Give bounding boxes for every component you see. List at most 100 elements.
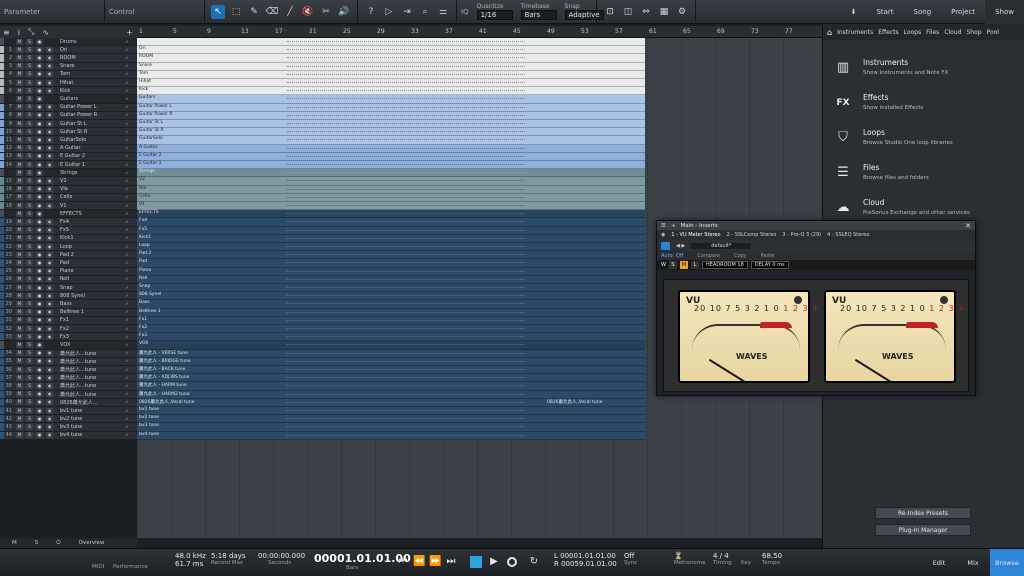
tab-cloud[interactable]: Cloud <box>944 29 961 36</box>
track-header[interactable]: 16 M S ● ◉ Vla ⩘ <box>0 185 137 194</box>
track-name[interactable]: E Guitar 2 <box>58 153 125 159</box>
track-name[interactable]: Guitar Power R <box>58 112 125 118</box>
play-icon[interactable]: ▶ <box>488 556 500 568</box>
record-arm-button[interactable]: ● <box>36 415 43 422</box>
monitor-button[interactable]: ◉ <box>46 87 53 94</box>
folder-track[interactable]: M S ● Guitars ⩘ <box>0 95 137 104</box>
key-display[interactable]: Key <box>741 552 751 566</box>
mute-button[interactable]: M <box>16 210 23 217</box>
arrange-lane[interactable]: Hihat <box>137 79 645 88</box>
record-icon[interactable] <box>507 557 517 567</box>
track-header[interactable]: 40 M S ● ◉ 0826蕭允此人... ⩘ <box>0 398 137 407</box>
tab-shop[interactable]: Shop <box>966 29 981 36</box>
monitor-button[interactable]: ◉ <box>46 251 53 258</box>
inspector-icon[interactable]: i <box>18 28 20 37</box>
record-arm-button[interactable]: ● <box>36 268 43 275</box>
automation-lane-icon[interactable]: ⩘ <box>125 342 137 348</box>
mute-button[interactable]: M <box>16 382 23 389</box>
track-header[interactable]: 39 M S ● ◉ 蕭允此人...tune ⩘ <box>0 390 137 399</box>
solo-button[interactable]: S <box>26 309 33 316</box>
monitor-button[interactable]: ◉ <box>46 300 53 307</box>
track-header[interactable]: 27 M S ● ◉ Snap ⩘ <box>0 284 137 293</box>
tempo-display[interactable]: 68.50 Tempo <box>762 552 782 566</box>
automation-lane-icon[interactable]: ⩘ <box>125 408 137 414</box>
arrange-lane[interactable]: 808 Synel <box>137 292 645 301</box>
automation-lane-icon[interactable]: ⩘ <box>125 358 137 364</box>
mute-button[interactable]: M <box>16 128 23 135</box>
track-header[interactable]: 2 M S ● ◉ ROOM ⩘ <box>0 54 137 63</box>
solo-button[interactable]: S <box>26 120 33 127</box>
track-name[interactable]: Cello <box>58 194 125 200</box>
monitor-button[interactable]: ◉ <box>46 71 53 78</box>
stereo-m-button[interactable]: M <box>679 261 688 269</box>
track-name[interactable]: E Guitar 1 <box>58 162 125 168</box>
monitor-button[interactable]: ◉ <box>46 284 53 291</box>
solo-button[interactable]: S <box>26 317 33 324</box>
solo-button[interactable]: S <box>26 145 33 152</box>
automation-lane-icon[interactable]: ⩘ <box>125 350 137 356</box>
mute-button[interactable]: M <box>16 309 23 316</box>
track-name[interactable]: Fx3 <box>58 334 125 340</box>
preset-dropdown[interactable]: default* <box>691 242 752 249</box>
record-arm-button[interactable]: ● <box>36 325 43 332</box>
seconds-display[interactable]: 00:00:00.000 Seconds <box>258 552 305 566</box>
solo-button[interactable]: S <box>26 415 33 422</box>
mixer-edit-icon[interactable]: ⚌ <box>436 5 450 19</box>
mute-button[interactable]: M <box>16 120 23 127</box>
arrange-lane[interactable]: Kick1 <box>137 234 645 243</box>
reindex-presets-button[interactable]: Re-Index Presets <box>875 507 971 519</box>
track-header[interactable]: 9 M S ● ◉ Guitar St L ⩘ <box>0 120 137 129</box>
record-arm-button[interactable]: ● <box>36 63 43 70</box>
arrange-lane[interactable]: Ori <box>137 46 645 55</box>
record-arm-button[interactable]: ● <box>36 177 43 184</box>
automation-lane-icon[interactable]: ⩘ <box>125 383 137 389</box>
track-menu-icon[interactable]: ≡ <box>3 28 10 37</box>
loop-icon[interactable]: ↻ <box>528 556 540 568</box>
track-header[interactable]: 35 M S ● ◉ 蕭允此人...tune ⩘ <box>0 357 137 366</box>
record-arm-button[interactable]: ● <box>36 407 43 414</box>
compare-button[interactable]: Compare <box>697 253 720 259</box>
track-header[interactable]: 26 M S ● ◉ Roll ⩘ <box>0 275 137 284</box>
arrange-lane[interactable]: 蕭允此人 - BACK tune <box>137 366 645 375</box>
record-arm-button[interactable]: ● <box>36 87 43 94</box>
track-header[interactable]: 18 M S ● ◉ V1 ⩘ <box>0 202 137 211</box>
monitor-button[interactable]: ◉ <box>46 194 53 201</box>
track-name[interactable]: EFFECTS <box>58 211 125 217</box>
track-header[interactable]: 19 M S ● ◉ Fx4 ⩘ <box>0 218 137 227</box>
arrange-lane[interactable]: VOX <box>137 341 645 350</box>
paint-tool-icon[interactable]: ╱ <box>283 5 297 19</box>
automation-lane-icon[interactable]: ⩘ <box>125 96 137 102</box>
monitor-button[interactable]: ◉ <box>46 407 53 414</box>
tab-browse[interactable]: Browse <box>990 549 1024 576</box>
monitor-button[interactable]: ◉ <box>46 415 53 422</box>
timebase-value[interactable]: Bars <box>520 10 557 20</box>
mute-tool-icon[interactable]: 🔇 <box>301 5 315 19</box>
folder-track[interactable]: M S ● EFFECTS ⩘ <box>0 210 137 219</box>
automation-lane-icon[interactable]: ⩘ <box>125 432 137 438</box>
automation-lane-icon[interactable]: ⩘ <box>125 39 137 45</box>
automation-lane-icon[interactable]: ⩘ <box>125 235 137 241</box>
track-name[interactable]: Roll <box>58 276 125 282</box>
monitor-button[interactable]: ◉ <box>46 63 53 70</box>
solo-button[interactable]: S <box>26 292 33 299</box>
nav-start[interactable]: Start <box>866 0 903 24</box>
eraser-tool-icon[interactable]: ⌫ <box>265 5 279 19</box>
menu-icon[interactable]: ☰ <box>661 223 666 229</box>
automation-lane-icon[interactable]: ⩘ <box>125 170 137 176</box>
monitor-button[interactable]: ◉ <box>46 104 53 111</box>
monitor-button[interactable]: ◉ <box>46 186 53 193</box>
track-name[interactable]: Guitar Power L <box>58 104 125 110</box>
automation-lane-icon[interactable]: ⩘ <box>125 252 137 258</box>
monitor-button[interactable]: ◉ <box>46 382 53 389</box>
monitor-button[interactable]: ◉ <box>46 432 53 439</box>
monitor-button[interactable]: ◉ <box>46 227 53 234</box>
zoom-icon[interactable]: ⌕ <box>418 5 432 19</box>
timeline-ruler[interactable]: 1 5 9 13 17 21 25 29 33 37 41 45 49 53 57 61 65 69 73 77 <box>137 26 822 38</box>
midi-indicator[interactable]: MIDI <box>92 552 104 570</box>
mute-button[interactable]: M <box>16 202 23 209</box>
automation-lane-icon[interactable]: ⩘ <box>125 88 137 94</box>
solo-button[interactable]: S <box>26 325 33 332</box>
solo-button[interactable]: S <box>26 218 33 225</box>
record-arm-button[interactable]: ● <box>36 432 43 439</box>
browser-item-effects[interactable]: FX Effects Show installed Effects <box>833 91 1013 121</box>
